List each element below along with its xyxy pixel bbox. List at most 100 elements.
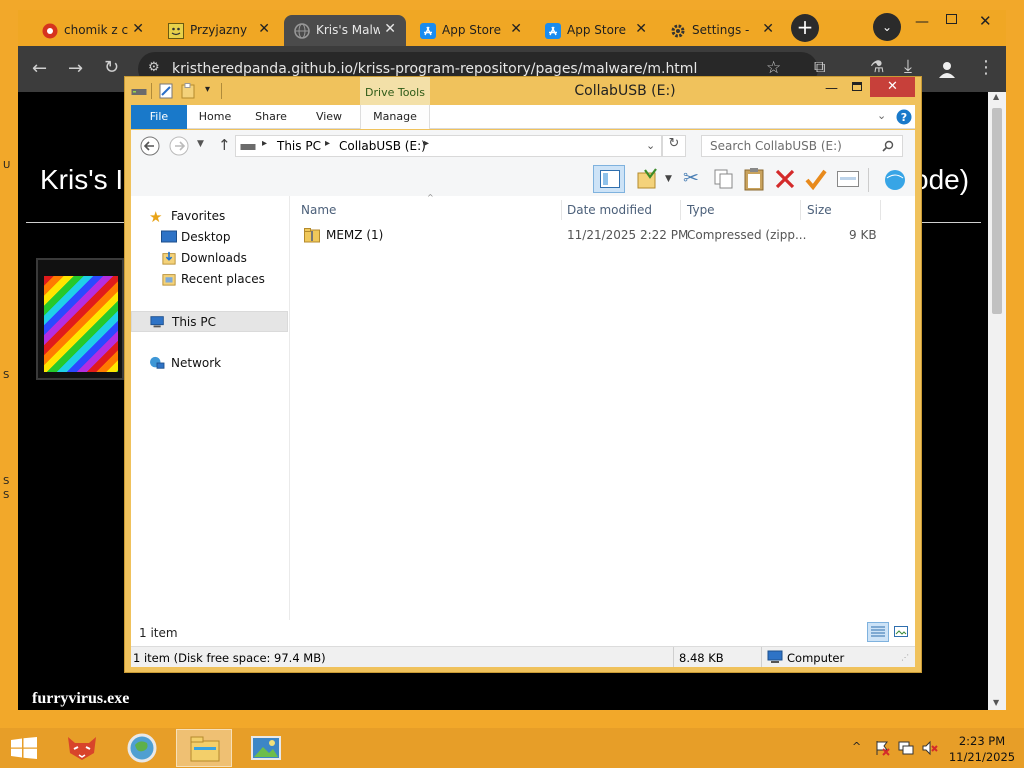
- breadcrumb-arrow-icon[interactable]: ▸: [424, 138, 429, 149]
- start-button[interactable]: [0, 728, 48, 768]
- tab-kris-malware[interactable]: Kris's Malw ✕: [284, 15, 406, 46]
- nav-desktop[interactable]: Desktop: [131, 227, 289, 248]
- reload-icon[interactable]: ↻: [104, 57, 119, 78]
- properties-form-icon[interactable]: [837, 171, 859, 187]
- ribbon-tab-manage[interactable]: Manage: [360, 105, 430, 129]
- forward-arrow-icon[interactable]: →: [68, 58, 83, 79]
- tray-overflow-chevron[interactable]: ^: [852, 740, 861, 753]
- up-arrow-icon[interactable]: ↑: [218, 136, 231, 154]
- ribbon-tab-view[interactable]: View: [307, 105, 351, 129]
- tab-close-icon[interactable]: ✕: [510, 21, 522, 37]
- breadcrumb-collabusb[interactable]: CollabUSB (E:): [339, 139, 426, 153]
- column-divider: [680, 200, 681, 220]
- nav-network[interactable]: Network: [131, 353, 289, 374]
- tab-label: App Store: [442, 23, 501, 37]
- recent-locations-dropdown-icon[interactable]: ▼: [197, 139, 204, 149]
- tab-close-icon[interactable]: ✕: [258, 21, 270, 37]
- search-box[interactable]: Search CollabUSB (E:): [701, 135, 903, 157]
- properties-icon[interactable]: [159, 83, 173, 99]
- select-folder-icon[interactable]: [637, 168, 659, 190]
- network-icon: [150, 356, 165, 369]
- breadcrumb-this-pc[interactable]: This PC: [277, 139, 321, 153]
- breadcrumb-arrow-icon[interactable]: ▸: [325, 138, 330, 149]
- delete-x-icon[interactable]: [775, 169, 795, 189]
- address-dropdown-icon[interactable]: ⌄: [646, 139, 655, 152]
- copy-icon[interactable]: [713, 168, 735, 190]
- tab-app-store-1[interactable]: App Store ✕: [410, 15, 532, 46]
- maximize-icon[interactable]: [946, 14, 957, 24]
- help-icon[interactable]: ?: [896, 109, 912, 125]
- nav-recent-places[interactable]: Recent places: [131, 269, 289, 290]
- download-icon[interactable]: ⤓: [904, 56, 912, 77]
- new-folder-qat-icon[interactable]: [181, 83, 195, 99]
- extensions-icon[interactable]: ⧉: [814, 57, 825, 77]
- rename-check-icon[interactable]: [805, 168, 827, 190]
- preview-pane-button[interactable]: [593, 165, 625, 193]
- address-breadcrumb[interactable]: ▸ This PC ▸ CollabUSB (E:) ▸ ⌄: [235, 135, 662, 157]
- scroll-up-icon[interactable]: ▲: [993, 92, 999, 101]
- menu-kebab-icon[interactable]: ⋮: [977, 57, 995, 78]
- volume-muted-icon[interactable]: [922, 740, 938, 756]
- program-thumbnail[interactable]: [36, 258, 124, 380]
- column-header-type[interactable]: Type: [687, 196, 797, 224]
- scrollbar-thumb[interactable]: [992, 108, 1002, 314]
- back-arrow-icon[interactable]: ←: [32, 58, 47, 79]
- nav-downloads[interactable]: Downloads: [131, 248, 289, 269]
- minimize-icon[interactable]: —: [915, 14, 929, 30]
- tab-close-icon[interactable]: ✕: [132, 21, 144, 37]
- tab-close-icon[interactable]: ✕: [635, 21, 647, 37]
- close-icon[interactable]: ✕: [979, 12, 992, 30]
- clock[interactable]: 2:23 PM 11/21/2025: [946, 733, 1018, 765]
- new-tab-button[interactable]: +: [791, 14, 819, 42]
- bookmark-star-icon[interactable]: ☆: [766, 58, 781, 78]
- tab-settings[interactable]: Settings - ✕: [660, 15, 784, 46]
- ribbon-tab-home[interactable]: Home: [193, 105, 237, 129]
- cut-scissors-icon[interactable]: ✂: [683, 167, 699, 189]
- ribbon-tab-share[interactable]: Share: [249, 105, 293, 129]
- tab-search-button[interactable]: ⌄: [873, 13, 901, 41]
- site-info-icon[interactable]: ⚙: [148, 60, 160, 75]
- nav-favorites[interactable]: ★ Favorites: [131, 206, 289, 227]
- ribbon-tab-file[interactable]: File: [131, 105, 187, 129]
- select-dropdown-icon[interactable]: ▼: [665, 174, 672, 184]
- tab-close-icon[interactable]: ✕: [384, 21, 396, 37]
- search-icon[interactable]: [882, 140, 894, 152]
- ribbon-expand-chevron-icon[interactable]: ⌄: [877, 109, 886, 122]
- large-icons-view-button[interactable]: [891, 622, 913, 642]
- forward-circle-icon[interactable]: [169, 136, 189, 156]
- details-view-button[interactable]: [867, 622, 889, 642]
- page-scrollbar[interactable]: ▲ ▼: [988, 92, 1006, 710]
- program-title[interactable]: furryvirus.exe: [32, 690, 129, 708]
- qat-dropdown-icon[interactable]: ▾: [205, 84, 210, 95]
- column-divider: [800, 200, 801, 220]
- back-circle-icon[interactable]: [140, 136, 160, 156]
- tab-przyjazny[interactable]: Przyjazny c ✕: [158, 15, 280, 46]
- paste-clipboard-icon[interactable]: [743, 167, 765, 191]
- downloads-folder-icon: [162, 251, 176, 265]
- tab-chomik[interactable]: chomik z c ✕: [32, 15, 154, 46]
- refresh-icon[interactable]: ↻: [662, 135, 686, 157]
- column-header-size[interactable]: Size: [807, 196, 887, 224]
- nav-label: Desktop: [181, 230, 231, 244]
- taskbar-app-chrome[interactable]: [115, 729, 171, 767]
- taskbar-app-file-explorer[interactable]: [176, 729, 232, 767]
- profile-icon[interactable]: [938, 60, 956, 78]
- tab-app-store-2[interactable]: App Store ✕: [535, 15, 657, 46]
- network-globe-icon[interactable]: [883, 169, 907, 191]
- column-header-name[interactable]: Name: [301, 196, 563, 224]
- file-row[interactable]: MEMZ (1) 11/21/2025 2:22 PM Compressed (…: [290, 224, 910, 246]
- taskbar-app-photos[interactable]: [238, 729, 294, 767]
- nav-this-pc[interactable]: This PC: [131, 311, 288, 332]
- scroll-down-icon[interactable]: ▼: [993, 698, 999, 707]
- labs-flask-icon[interactable]: ⚗: [870, 57, 884, 76]
- breadcrumb-arrow-icon[interactable]: ▸: [262, 138, 267, 149]
- network-status-icon[interactable]: [898, 740, 914, 756]
- column-header-date[interactable]: Date modified: [567, 196, 679, 224]
- maximize-icon[interactable]: [852, 82, 862, 91]
- taskbar-app-redpanda[interactable]: [54, 729, 110, 767]
- close-button[interactable]: ✕: [870, 77, 915, 97]
- tab-close-icon[interactable]: ✕: [762, 21, 774, 37]
- resize-grip-icon[interactable]: ⋰: [901, 653, 909, 662]
- action-center-flag-icon[interactable]: [874, 740, 890, 756]
- minimize-icon[interactable]: —: [825, 81, 838, 96]
